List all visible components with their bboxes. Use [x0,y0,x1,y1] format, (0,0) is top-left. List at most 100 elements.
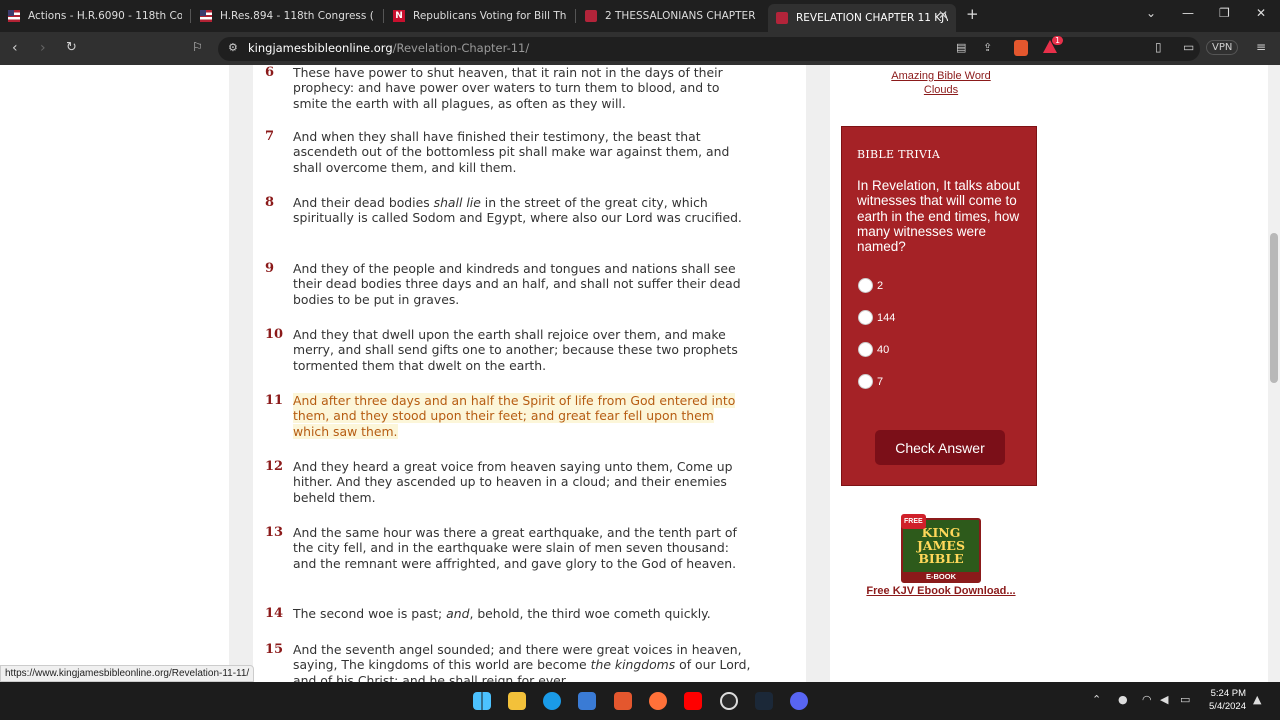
trivia-question: In Revelation, It talks about witnesses … [857,178,1020,255]
radio-button[interactable] [858,374,873,389]
brave-icon[interactable] [614,692,632,710]
youtube-icon[interactable] [684,692,702,710]
tab-hres894[interactable]: H.Res.894 - 118th Congress (2023-20 [192,4,382,28]
close-tab-icon[interactable]: ✕ [938,8,948,22]
microphone-icon[interactable]: ● [1118,693,1128,706]
brave-shields-icon[interactable] [1014,40,1028,56]
verse-text: And their dead bodies shall lie in the s… [293,195,742,226]
store-icon[interactable] [578,692,596,710]
verse-text: These have power to shut heaven, that it… [293,65,723,111]
verse-number: 8 [265,195,275,210]
start-icon[interactable] [473,692,491,710]
book-title: KING JAMES BIBLE [916,525,965,566]
left-margin [229,65,253,682]
verse-text: And they that dwell upon the earth shall… [293,327,738,373]
check-answer-button[interactable]: Check Answer [875,430,1005,465]
free-badge: FREE [901,514,926,529]
scrollbar[interactable] [1268,65,1280,682]
vpn-button[interactable]: VPN [1206,40,1239,55]
radio-button[interactable] [858,310,873,325]
right-margin [806,65,830,682]
bible-icon [776,12,788,24]
verse-14: 14 The second woe is past; and, behold, t… [265,606,753,621]
sidebar-toggle-icon[interactable]: ▯ [1155,40,1162,54]
clock-date: 5/4/2024 [1209,701,1246,712]
trivia-option[interactable]: 2 [858,278,883,293]
volume-icon[interactable]: ◀ [1160,693,1168,706]
trivia-title: BIBLE TRIVIA [857,148,941,161]
radio-button[interactable] [858,342,873,357]
verse-text[interactable]: And after three days and an half the Spi… [293,393,736,439]
tab-search-chevron-icon[interactable]: ⌄ [1146,6,1156,20]
verse-text: The second woe is past; and, behold, the… [293,606,711,621]
reader-mode-icon[interactable]: ▤ [956,41,966,54]
tab-newsmax[interactable]: N Republicans Voting for Bill That Coul [385,4,575,28]
vpn-label: VPN [1212,42,1233,53]
tab-strip: Actions - H.R.6090 - 118th Congress H.Re… [0,0,1280,32]
clock-time: 5:24 PM [1210,688,1246,699]
verse-7: 7 And when they shall have finished their… [265,129,753,175]
verse-15: 15 And the seventh angel sounded; and the… [265,642,753,682]
edge-icon[interactable] [543,692,561,710]
verse-text: And they heard a great voice from heaven… [293,459,733,505]
site-info-icon[interactable]: ⚙ [228,41,238,54]
kjv-ebook-cover[interactable]: FREE KING JAMES BIBLE E-BOOK [901,514,981,583]
url-domain: kingjamesbibleonline.org [248,41,393,55]
verse-13: 13 And the same hour was there a great ea… [265,525,753,571]
verse-number: 7 [265,129,275,144]
menu-icon[interactable]: ≡ [1256,40,1266,54]
minimize-button[interactable]: — [1182,6,1194,20]
verse-number: 9 [265,261,275,276]
verse-text: And the seventh angel sounded; and there… [293,642,751,682]
reload-icon[interactable]: ↻ [66,40,77,55]
verse-text: And they of the people and kindreds and … [293,261,741,307]
close-window-button[interactable]: ✕ [1256,6,1266,20]
tab-revelation[interactable]: REVELATION CHAPTER 11 KJV ✕ [768,4,956,32]
forward-icon[interactable]: › [40,40,46,56]
wallet-icon[interactable]: ▭ [1183,40,1194,54]
notification-bell-icon[interactable]: ▲ [1253,693,1261,706]
file-explorer-icon[interactable] [508,692,526,710]
address-bar[interactable]: ⚙ kingjamesbibleonline.org/Revelation-Ch… [218,36,1200,61]
system-clock[interactable]: 5:24 PM 5/4/2024 [1200,687,1246,713]
newsmax-icon: N [393,10,405,22]
trivia-option[interactable]: 144 [858,310,895,325]
verse-6: 6 These have power to shut heaven, that i… [265,65,753,111]
verse-number: 12 [265,459,284,474]
verse-number: 11 [265,393,284,408]
verse-11[interactable]: 11 And after three days and an half the S… [265,393,753,439]
bible-icon [585,10,597,22]
tray-chevron-icon[interactable]: ⌃ [1092,693,1101,706]
back-icon[interactable]: ‹ [12,40,18,56]
ebook-download-link[interactable]: Free KJV Ebook Download... [855,585,1027,597]
us-flag-icon [8,10,20,22]
verse-text: And when they shall have finished their … [293,129,730,175]
trivia-option[interactable]: 7 [858,374,883,389]
browser-toolbar: ‹ › ↻ ⚐ ⚙ kingjamesbibleonline.org/Revel… [0,32,1280,65]
tab-hr6090[interactable]: Actions - H.R.6090 - 118th Congress [0,4,190,28]
firefox-icon[interactable] [649,692,667,710]
page-viewport: 6 These have power to shut heaven, that i… [0,65,1268,682]
verse-12: 12 And they heard a great voice from heav… [265,459,753,505]
bible-trivia-panel: BIBLE TRIVIA In Revelation, It talks abo… [841,126,1037,486]
book-format: E-BOOK [903,572,979,581]
battery-icon[interactable]: ▭ [1180,693,1190,706]
share-icon[interactable]: ⇪ [983,41,992,54]
steam-icon[interactable] [755,692,773,710]
discord-icon[interactable] [790,692,808,710]
obs-icon[interactable] [720,692,738,710]
verse-10: 10 And they that dwell upon the earth sha… [265,327,753,373]
tab-2-thessalonians[interactable]: 2 THESSALONIANS CHAPTER 2 KJV [577,4,767,28]
verse-number: 13 [265,525,284,540]
verse-9: 9 And they of the people and kindreds and… [265,261,753,307]
trivia-option[interactable]: 40 [858,342,889,357]
word-clouds-link[interactable]: Amazing Bible Word Clouds [880,69,1002,97]
scrollbar-thumb[interactable] [1270,233,1278,383]
wifi-icon[interactable]: ◠ [1142,693,1152,706]
radio-button[interactable] [858,278,873,293]
new-tab-button[interactable]: + [966,5,979,23]
maximize-button[interactable]: ❐ [1219,6,1230,20]
rewards-badge: 1 [1052,36,1064,45]
verse-8: 8 And their dead bodies shall lie in the … [265,195,753,226]
bookmark-icon[interactable]: ⚐ [192,40,203,54]
